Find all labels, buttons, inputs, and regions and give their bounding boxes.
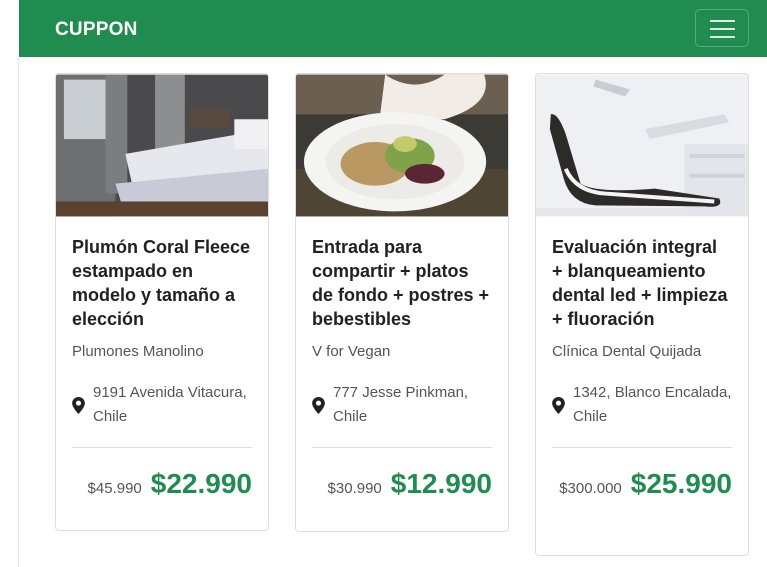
original-price: $45.990 [87,480,142,497]
brand-logo[interactable]: CUPPON [55,19,138,41]
deal-title[interactable]: Plumón Coral Fleece estampado en modelo … [72,235,252,331]
hamburger-menu-icon [710,20,735,22]
merchant-name: V for Vegan [312,343,391,360]
location: 1342, Blanco Encalada, Chile [552,381,732,429]
map-pin-icon [72,396,85,414]
deal-card[interactable]: Evaluación integral + blanqueamiento den… [535,73,749,556]
map-pin-icon [312,396,325,414]
deal-title[interactable]: Entrada para compartir + platos de fondo… [312,235,492,331]
price-row: $45.990 $22.990 [72,448,252,504]
menu-toggle-button[interactable] [695,9,749,47]
merchant-name: Clínica Dental Quijada [552,343,702,360]
hamburger-bar [710,36,735,38]
discount-price: $22.990 [150,468,252,499]
location: 9191 Avenida Vitacura, Chile [72,381,252,429]
bedroom-bed-photo [56,74,268,217]
original-price: $30.990 [327,480,382,497]
deal-card[interactable]: Entrada para compartir + platos de fondo… [295,73,509,532]
merchant-name: Plumones Manolino [72,343,204,360]
deal-title[interactable]: Evaluación integral + blanqueamiento den… [552,235,732,331]
page-edge [18,57,19,567]
map-pin-icon [552,396,565,414]
price-row: $30.990 $12.990 [312,448,492,504]
discount-price: $25.990 [630,468,732,499]
location-text: 1342, Blanco Encalada, Chile [573,384,732,425]
location-text: 777 Jesse Pinkman, Chile [333,384,469,425]
original-price: $300.000 [559,480,622,497]
price-row: $300.000 $25.990 [552,448,732,504]
discount-price: $12.990 [390,468,492,499]
hamburger-bar [710,28,735,30]
navbar: CUPPON [19,0,767,57]
location-text: 9191 Avenida Vitacura, Chile [93,384,247,425]
dental-chair-photo [536,74,748,217]
deal-card[interactable]: Plumón Coral Fleece estampado en modelo … [55,73,269,531]
location: 777 Jesse Pinkman, Chile [312,381,492,429]
vegan-salad-plate-photo [296,74,508,217]
